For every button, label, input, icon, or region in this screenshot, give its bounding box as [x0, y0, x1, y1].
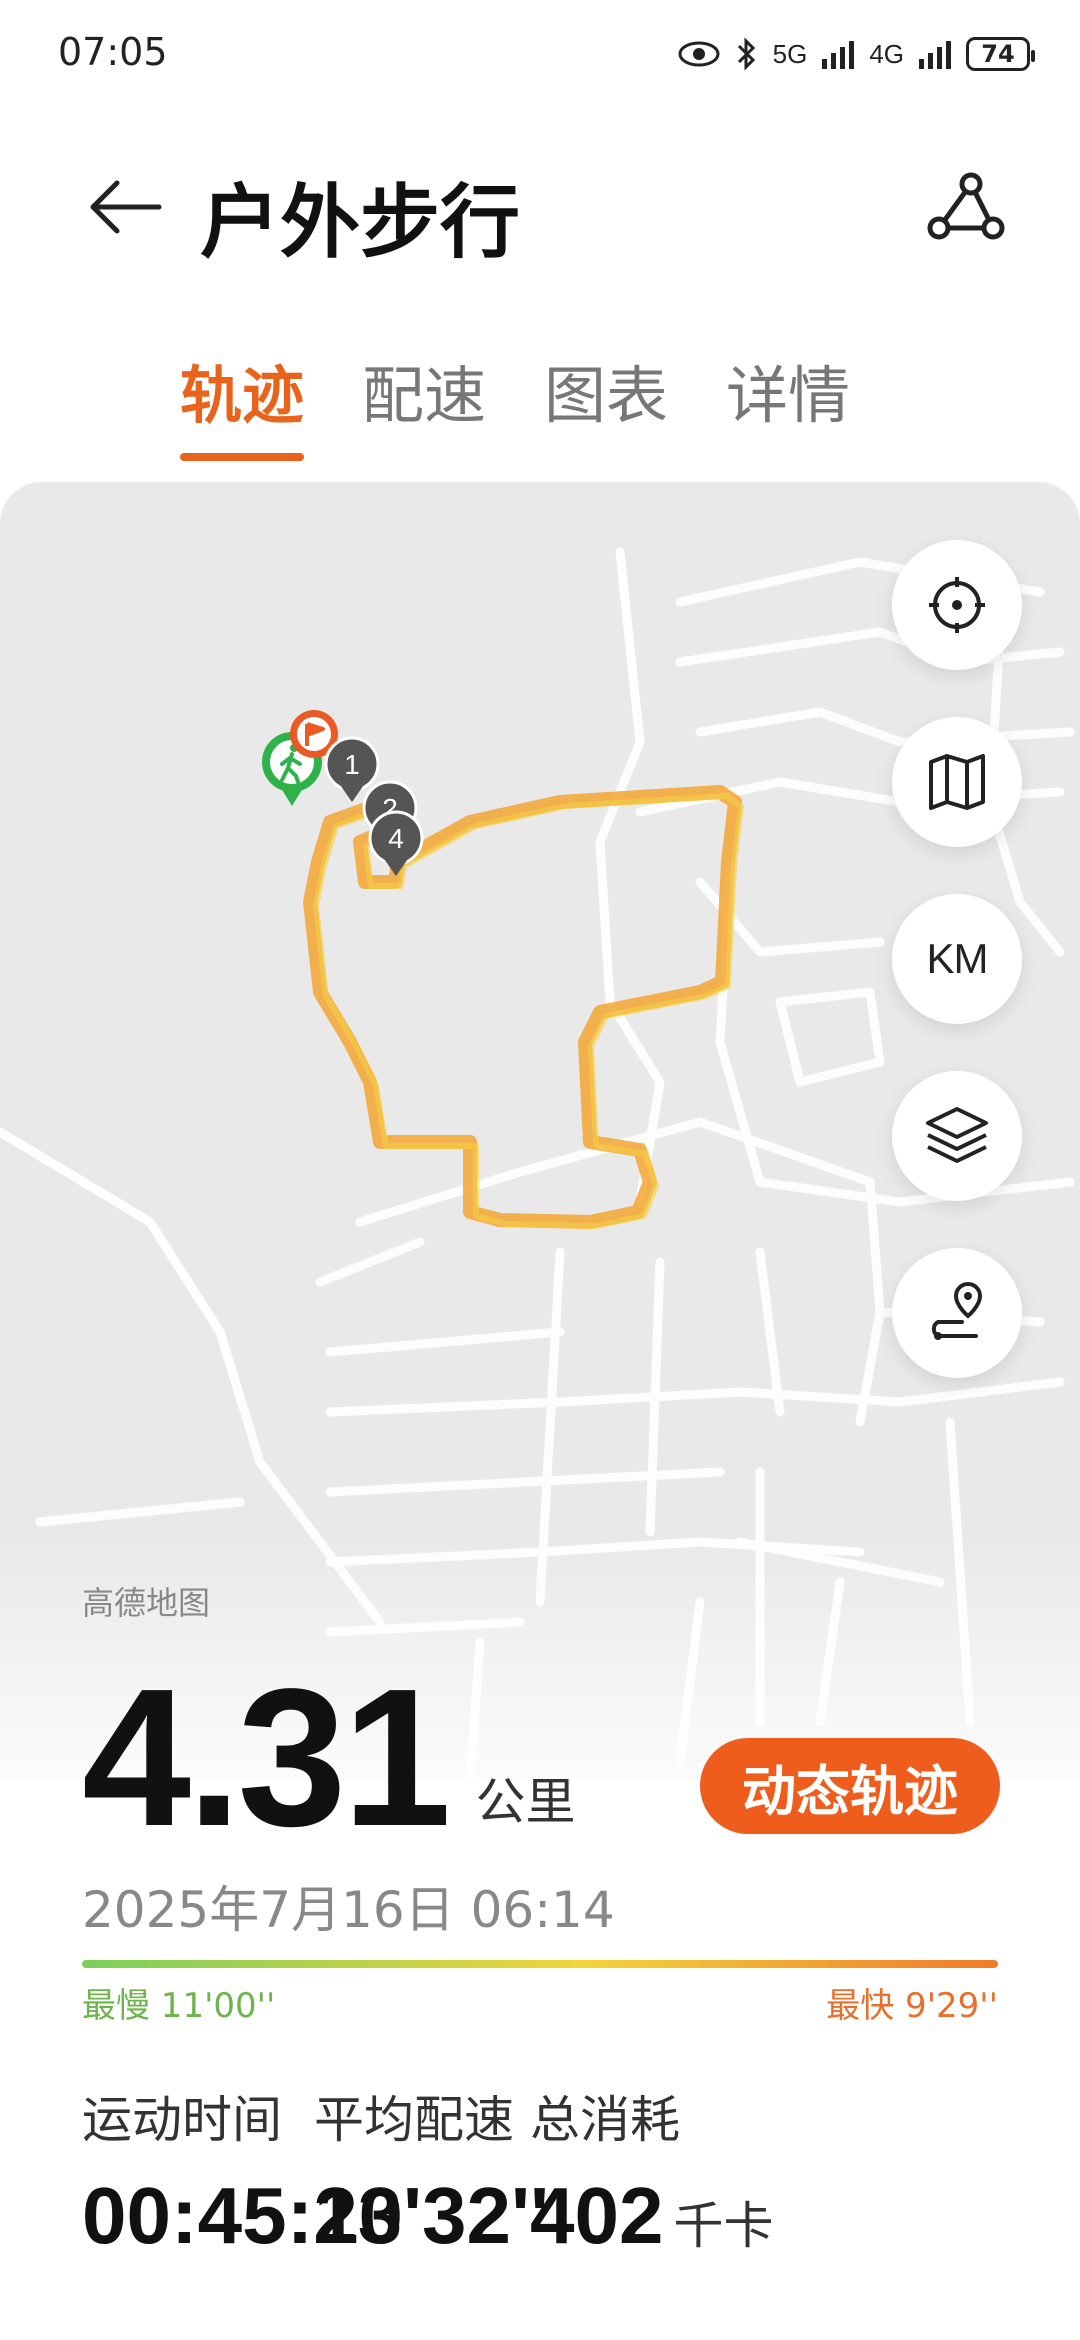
metric-calories: 总消耗 402 千卡 [530, 2080, 773, 2262]
distance-unit: 公里 [475, 1773, 576, 1831]
calories-unit: 千卡 [673, 2198, 774, 2254]
route-icon [927, 172, 1005, 240]
header: 户外步行 [0, 140, 1080, 270]
back-button[interactable] [80, 162, 170, 252]
svg-text:1: 1 [344, 749, 360, 780]
calories-value: 402 [530, 2171, 664, 2260]
route-share-button[interactable] [920, 162, 1010, 252]
eye-icon [678, 41, 720, 67]
bluetooth-icon [737, 37, 755, 71]
signal-icon [822, 41, 855, 69]
network-4g-label: 4G [869, 38, 904, 69]
metrics-row: 运动时间 00:45:23 平均配速 10'32'' 总消耗 402 千卡 [82, 2080, 1012, 2280]
route-pin-icon [931, 1281, 983, 1340]
tab-track[interactable]: 轨迹 [180, 345, 305, 461]
avg-pace-value: 10'32'' [314, 2171, 550, 2260]
page-title: 户外步行 [200, 178, 520, 267]
tab-bar: 轨迹 配速 图表 详情 [180, 345, 850, 461]
tab-charts[interactable]: 图表 [544, 345, 668, 461]
distance-value: 4.31 [82, 1648, 451, 1867]
pace-gradient-bar [82, 1960, 998, 1968]
dynamic-track-button[interactable]: 动态轨迹 [700, 1738, 1000, 1834]
km-markers-button[interactable]: KM [892, 894, 1022, 1024]
network-5g-label: 5G [772, 38, 808, 69]
locate-icon [929, 577, 985, 633]
back-arrow-icon [90, 180, 162, 234]
metric-label: 平均配速 [314, 2091, 514, 2149]
locate-button[interactable] [892, 540, 1022, 670]
metric-value: 10'32'' [314, 2170, 549, 2262]
svg-text:4: 4 [388, 823, 404, 854]
route-point-button[interactable] [892, 1248, 1022, 1378]
map-type-button[interactable] [892, 717, 1022, 847]
battery-indicator: 74 [966, 37, 1035, 71]
metric-avg-pace: 平均配速 10'32'' [314, 2080, 549, 2262]
km-label: KM [926, 935, 989, 982]
signal-icon-2 [919, 41, 951, 69]
workout-date: 2025年7月16日 06:14 [82, 1881, 615, 1939]
map-icon [929, 754, 985, 810]
layers-button[interactable] [892, 1071, 1022, 1201]
distance-display: 4.31 公里 [82, 1660, 575, 1856]
metric-label: 总消耗 [530, 2091, 680, 2149]
status-time: 07:05 [58, 30, 168, 74]
tab-pace[interactable]: 配速 [362, 345, 486, 461]
status-icons: 5G 4G 74 [677, 32, 1035, 76]
map-credit: 高德地图 [82, 1584, 211, 1622]
status-bar: 07:05 5G 4G 74 [0, 0, 1080, 110]
metric-value: 402 千卡 [530, 2170, 773, 2262]
slowest-pace: 最慢 11'00'' [82, 1986, 276, 2026]
lap-marker-4: 4 [368, 810, 424, 876]
fastest-pace: 最快 9'29'' [826, 1986, 998, 2026]
tab-details[interactable]: 详情 [726, 345, 850, 461]
layers-icon [926, 1107, 988, 1163]
